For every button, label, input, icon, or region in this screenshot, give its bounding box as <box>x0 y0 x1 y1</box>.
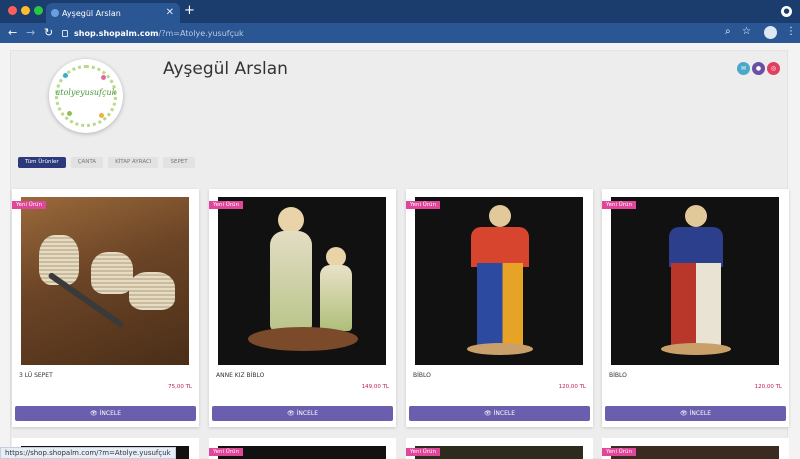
shop-title: Ayşegül Arslan <box>163 59 288 79</box>
product-photo[interactable] <box>21 197 189 365</box>
category-filter: Tüm Ürünler ÇANTA KİTAP AYRACI SEPET <box>18 157 195 168</box>
product-card[interactable]: Yeni Ürün BİBLO 120,00 TL 👁 İNCELE <box>406 189 593 427</box>
product-photo[interactable] <box>218 197 386 365</box>
browser-tab[interactable]: Ayşegül Arslan ✕ <box>46 3 180 23</box>
wood-base <box>248 327 358 351</box>
logo-butterfly-icon <box>63 73 68 78</box>
browser-extension-icon[interactable]: ● <box>781 6 792 17</box>
product-photo[interactable] <box>611 446 779 459</box>
browser-tab-bar: Ayşegül Arslan ✕ + ● <box>0 0 800 23</box>
figurine-body <box>270 231 312 331</box>
search-icon[interactable]: ⌕ <box>725 26 731 37</box>
category-all[interactable]: Tüm Ürünler <box>18 157 66 168</box>
product-name[interactable]: BİBLO <box>413 372 431 379</box>
inspect-button[interactable]: 👁 İNCELE <box>212 406 393 421</box>
figurine-head <box>278 207 304 233</box>
maximize-window-button[interactable] <box>34 6 43 15</box>
logo-butterfly-icon <box>101 75 106 80</box>
forward-arrow-icon[interactable]: → <box>26 26 35 39</box>
category-sepet[interactable]: SEPET <box>163 157 195 168</box>
product-photo[interactable] <box>415 446 583 459</box>
new-product-badge: Yeni Ürün <box>209 448 244 456</box>
product-name[interactable]: BİBLO <box>609 372 627 379</box>
chat-icon[interactable]: ● <box>752 62 765 75</box>
new-product-badge: Yeni Ürün <box>602 201 637 209</box>
product-photo[interactable] <box>415 197 583 365</box>
eye-icon: 👁 <box>90 410 98 417</box>
inspect-button[interactable]: 👁 İNCELE <box>409 406 590 421</box>
status-bar-url: https://shop.shopalm.com/?m=Atolye.yusuf… <box>0 447 176 459</box>
product-price: 75,00 TL <box>168 384 192 390</box>
close-window-button[interactable] <box>8 6 17 15</box>
inspect-button-label: İNCELE <box>493 410 515 417</box>
figurine-base <box>467 343 533 355</box>
inspect-button-label: İNCELE <box>296 410 318 417</box>
eye-icon: 👁 <box>287 410 295 417</box>
new-tab-button[interactable]: + <box>184 3 195 18</box>
basket-shape <box>129 272 175 310</box>
instagram-icon[interactable]: ◎ <box>767 62 780 75</box>
new-product-badge: Yeni Ürün <box>209 201 244 209</box>
kebab-menu-icon[interactable]: ⋮ <box>786 26 796 37</box>
category-kitap-ayraci[interactable]: KİTAP AYRACI <box>108 157 159 168</box>
product-price: 120,00 TL <box>558 384 586 390</box>
product-card[interactable]: Yeni Ürün BİBLO 120,00 TL 👁 İNCELE <box>602 189 789 427</box>
new-product-badge: Yeni Ürün <box>406 201 441 209</box>
figurine-shawl <box>471 227 529 267</box>
inspect-button[interactable]: 👁 İNCELE <box>605 406 786 421</box>
figurine-body <box>320 265 352 331</box>
profile-avatar[interactable] <box>764 26 777 39</box>
reload-icon[interactable]: ↻ <box>44 26 53 39</box>
inspect-button-label: İNCELE <box>689 410 711 417</box>
new-product-badge: Yeni Ürün <box>602 448 637 456</box>
product-photo[interactable] <box>218 446 386 459</box>
inspect-button-label: İNCELE <box>99 410 121 417</box>
product-card[interactable]: Yeni Ürün <box>602 438 789 459</box>
logo-butterfly-icon <box>67 111 72 116</box>
tab-close-icon[interactable]: ✕ <box>166 7 174 18</box>
star-icon[interactable]: ☆ <box>742 26 751 37</box>
logo-text: atolyeyusufçuk <box>55 88 117 97</box>
figurine-dress <box>477 263 523 347</box>
shop-logo[interactable]: atolyeyusufçuk <box>49 59 123 133</box>
figurine-dress <box>671 263 721 347</box>
product-name[interactable]: ANNE KIZ BİBLO <box>216 372 264 379</box>
figurine-head <box>326 247 346 267</box>
product-card[interactable]: Yeni Ürün 3 LÜ SEPET 75,00 TL 👁 İNCELE <box>12 189 199 427</box>
eye-icon: 👁 <box>680 410 688 417</box>
back-arrow-icon[interactable]: ← <box>8 26 17 39</box>
lock-icon <box>62 29 68 37</box>
new-product-badge: Yeni Ürün <box>406 448 441 456</box>
product-card[interactable]: Yeni Ürün ANNE KIZ BİBLO 149,00 TL 👁 İNC… <box>209 189 396 427</box>
minimize-window-button[interactable] <box>21 6 30 15</box>
product-card[interactable]: Yeni Ürün <box>406 438 593 459</box>
product-price: 149,00 TL <box>361 384 389 390</box>
product-card[interactable]: Yeni Ürün <box>209 438 396 459</box>
product-photo[interactable] <box>611 197 779 365</box>
figurine-base <box>661 343 731 355</box>
logo-butterfly-icon <box>99 113 104 118</box>
figurine-head <box>489 205 511 227</box>
tab-title: Ayşegül Arslan <box>62 8 121 18</box>
eye-icon: 👁 <box>484 410 492 417</box>
url-path: /?m=Atolye.yusufçuk <box>158 28 244 38</box>
share-icon[interactable]: ✉ <box>737 62 750 75</box>
product-name[interactable]: 3 LÜ SEPET <box>19 372 53 379</box>
category-canta[interactable]: ÇANTA <box>70 157 104 168</box>
new-product-badge: Yeni Ürün <box>12 201 47 209</box>
url-host: shop.shopalm.com <box>74 28 159 38</box>
figurine-head <box>685 205 707 227</box>
address-bar: ← → ↻ shop.shopalm.com /?m=Atolye.yusufç… <box>0 23 800 43</box>
url-field[interactable]: shop.shopalm.com /?m=Atolye.yusufçuk <box>62 25 732 41</box>
figurine-shawl <box>669 227 723 267</box>
favicon-icon <box>51 9 59 17</box>
basket-shape <box>91 252 133 294</box>
product-price: 120,00 TL <box>754 384 782 390</box>
inspect-button[interactable]: 👁 İNCELE <box>15 406 196 421</box>
